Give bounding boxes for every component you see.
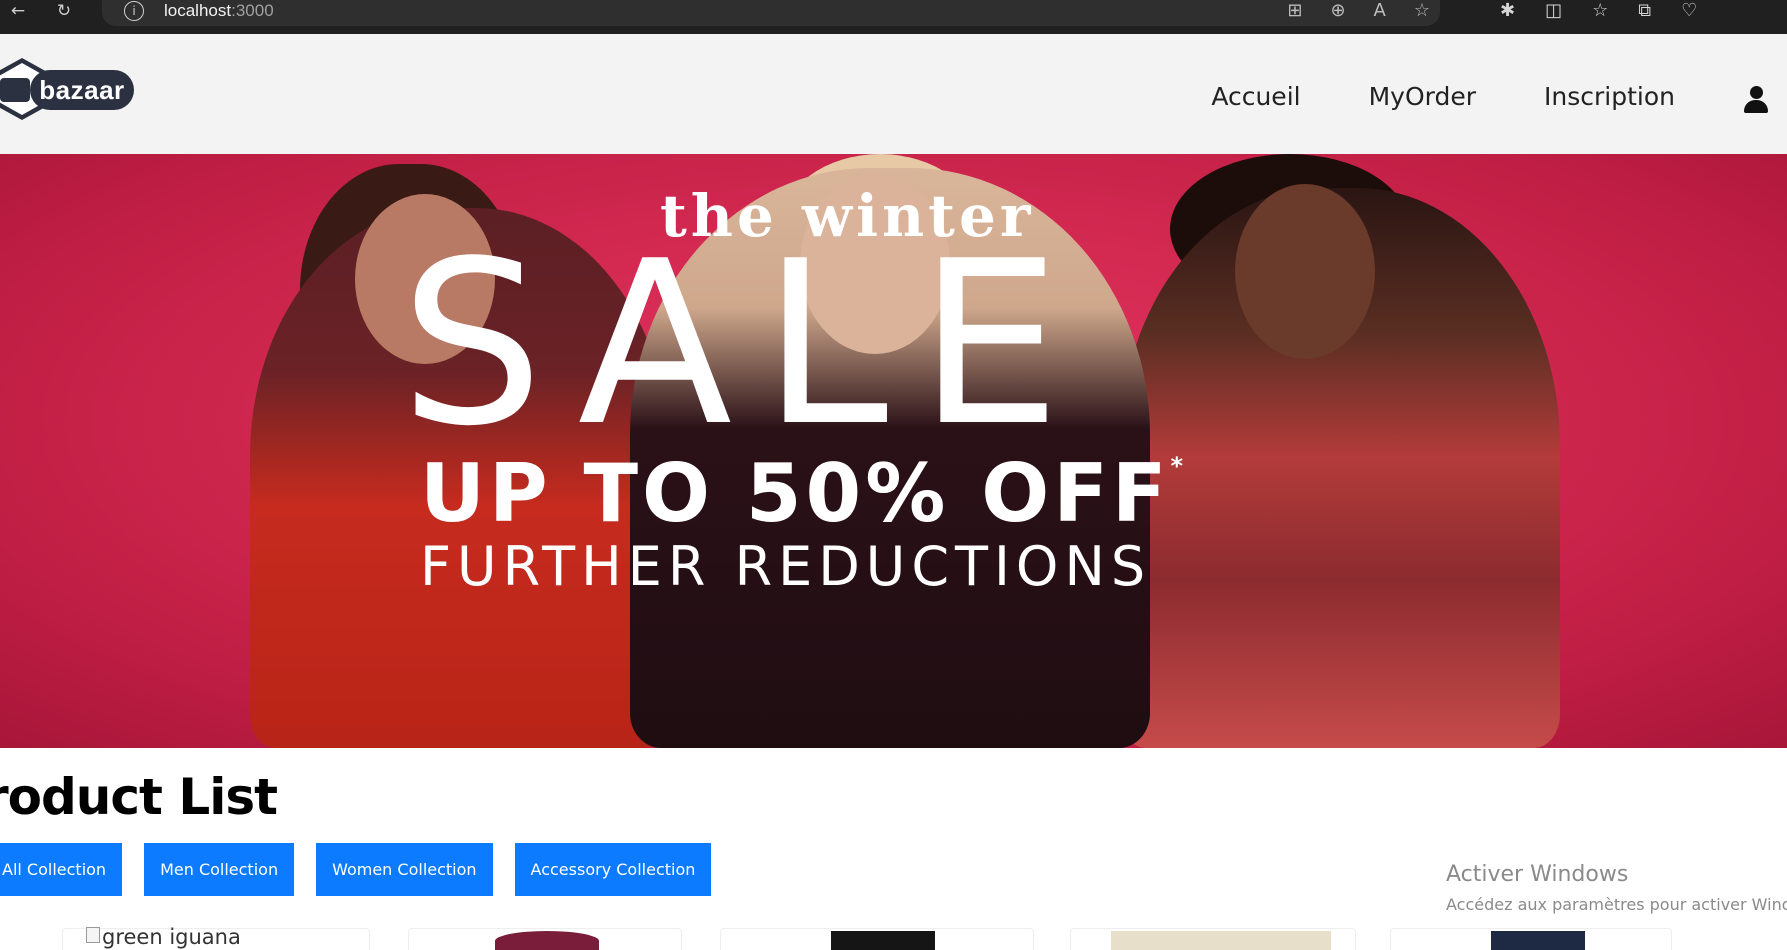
product-grid (0, 928, 1787, 950)
nav-link-inscription[interactable]: Inscription (1544, 82, 1675, 111)
product-image[interactable] (1111, 931, 1331, 950)
shop-icon (0, 78, 30, 102)
back-icon[interactable]: ← (6, 0, 30, 22)
user-icon[interactable] (1744, 86, 1768, 114)
extensions-icon[interactable]: ✱ (1500, 0, 1515, 22)
site-navbar: bazaar Accueil MyOrder Inscription (0, 34, 1787, 154)
winter-sale-banner: the winter SALE UP TO 50% OFF* FURTHER R… (0, 154, 1787, 748)
product-card[interactable] (1390, 928, 1672, 950)
reload-icon[interactable]: ↻ (52, 0, 76, 22)
filter-all-collection[interactable]: All Collection (0, 843, 123, 896)
collections-icon[interactable]: ⧉ (1638, 0, 1651, 22)
banner-line-sale: SALE (400, 213, 1091, 476)
product-card[interactable] (1070, 928, 1356, 950)
address-bar[interactable]: i localhost:3000 ⊞ ⊕ A ☆ (102, 0, 1440, 26)
browser-toolbar: ← ↻ i localhost:3000 ⊞ ⊕ A ☆ ✱ ◫ ☆ ⧉ ♡ (0, 0, 1787, 34)
favorite-star-icon[interactable]: ☆ (1414, 0, 1430, 22)
address-url[interactable]: localhost:3000 (164, 1, 274, 21)
banner-line-further: FURTHER REDUCTIONS (420, 535, 1152, 598)
bazaar-logo[interactable]: bazaar (0, 54, 140, 124)
health-icon[interactable]: ♡ (1681, 0, 1697, 22)
banner-line-discount: UP TO 50% OFF* (420, 447, 1188, 540)
filter-accessory-collection[interactable]: Accessory Collection (514, 843, 712, 896)
product-list-title: roduct List (0, 768, 278, 826)
product-card[interactable] (720, 928, 1034, 950)
nav-links: Accueil MyOrder Inscription (1211, 82, 1675, 111)
read-aloud-icon[interactable]: A (1374, 0, 1386, 22)
info-icon[interactable]: i (124, 1, 144, 21)
windows-activation-watermark: Activer Windows Accédez aux paramètres p… (1446, 862, 1787, 914)
broken-image-icon (86, 927, 100, 943)
zoom-icon[interactable]: ⊕ (1330, 0, 1345, 22)
nav-link-accueil[interactable]: Accueil (1211, 82, 1300, 111)
nav-link-myorder[interactable]: MyOrder (1369, 82, 1476, 111)
app-grid-icon[interactable]: ⊞ (1287, 0, 1302, 22)
product-image[interactable] (831, 931, 935, 950)
product-image[interactable] (495, 931, 599, 950)
logo-text: bazaar (30, 70, 134, 110)
collection-filters: All Collection Men Collection Women Coll… (0, 843, 712, 896)
favorites-icon[interactable]: ☆ (1592, 0, 1608, 22)
product-image[interactable] (1491, 931, 1585, 950)
filter-men-collection[interactable]: Men Collection (144, 843, 295, 896)
filter-women-collection[interactable]: Women Collection (316, 843, 493, 896)
split-screen-icon[interactable]: ◫ (1545, 0, 1562, 22)
product-card[interactable] (408, 928, 682, 950)
product-image-broken[interactable]: green iguana (86, 927, 241, 948)
